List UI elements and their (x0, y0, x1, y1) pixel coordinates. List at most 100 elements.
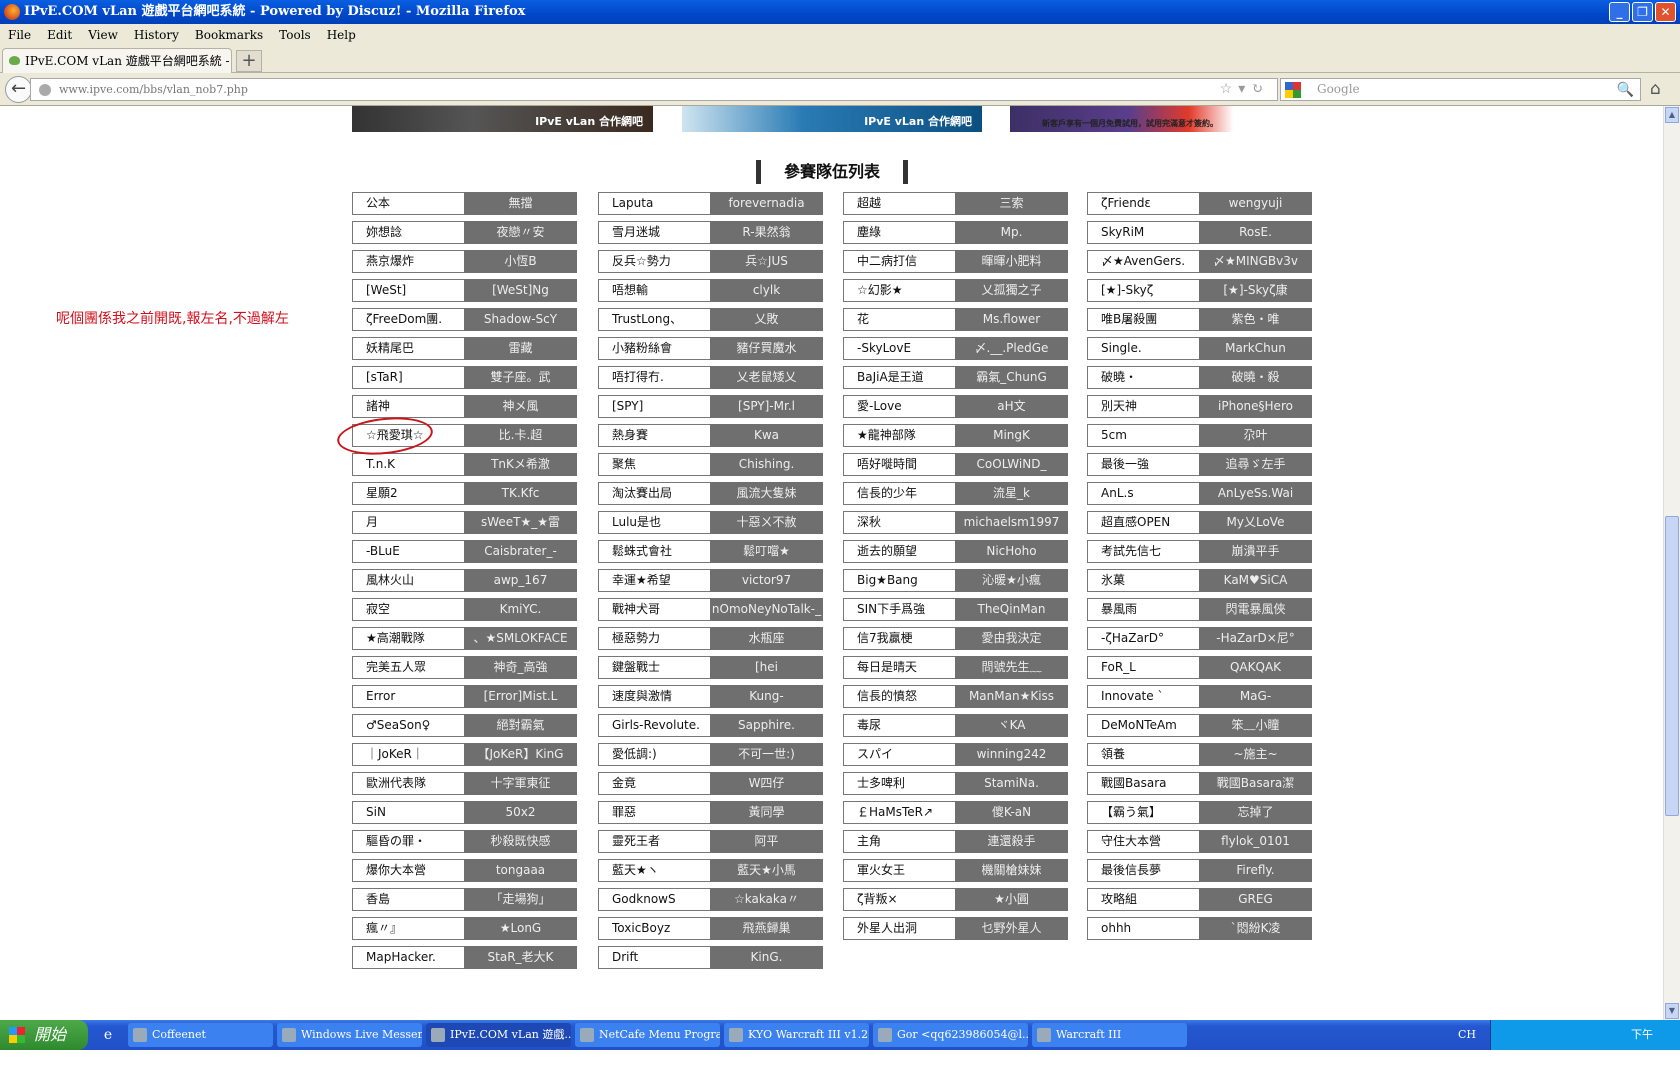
team-member: ★小圓 (955, 888, 1068, 911)
browser-tab[interactable]: IPvE.COM vLan 遊戲平台網吧系統 - Pow… (2, 48, 232, 74)
team-name: 淘汰賽出局 (598, 482, 710, 505)
menu-edit[interactable]: Edit (47, 24, 72, 46)
team-name: 逝去的願望 (843, 540, 955, 563)
scroll-down-icon[interactable]: ▼ (1665, 1003, 1679, 1019)
task-warcraft[interactable]: Warcraft III (1032, 1023, 1187, 1047)
task-firefox[interactable]: IPvE.COM vLan 遊戲... (426, 1023, 571, 1047)
team-name: ohhh (1087, 917, 1199, 940)
start-button[interactable]: 開始 (0, 1020, 88, 1050)
taskbar: 開始 e Coffeenet Windows Live Messen... IP… (0, 1020, 1680, 1071)
task-kyo-warcraft[interactable]: KYO Warcraft III v1.2... (724, 1023, 869, 1047)
team-name: SiN (352, 801, 464, 824)
team-name: 【霸う氣】 (1087, 801, 1199, 824)
team-row: DeMoNTeAm 笨﹏小瞳 (1087, 714, 1312, 737)
team-member: 無擋 (464, 192, 577, 215)
team-name: ζFreeDom團. (352, 308, 464, 331)
team-member: My乂LoVe (1199, 511, 1312, 534)
team-member: 雙子座。武 (464, 366, 577, 389)
language-indicator[interactable]: CH (1458, 1028, 1476, 1041)
team-row: ToxicBoyz 飛燕歸巢 (598, 917, 823, 940)
task-chat[interactable]: Gor <qq623986054@l... (873, 1023, 1028, 1047)
menu-help[interactable]: Help (327, 24, 356, 46)
team-member: StamiNa. (955, 772, 1068, 795)
team-row: 歐洲代表隊 十字軍東征 (352, 772, 577, 795)
team-name: 每日是晴天 (843, 656, 955, 679)
team-name: 信長的少年 (843, 482, 955, 505)
url-bar[interactable]: www.ipve.com/bbs/vlan_nob7.php ☆▾↻ (30, 78, 1278, 101)
ie-quicklaunch-icon[interactable]: e (88, 1027, 128, 1043)
team-name: Girls-Revolute. (598, 714, 710, 737)
new-tab-button[interactable]: + (236, 50, 262, 72)
team-member: Sapphire. (710, 714, 823, 737)
team-name: Single. (1087, 337, 1199, 360)
banner-text: IPvE vLan 合作網吧 (535, 115, 643, 128)
vertical-scrollbar[interactable]: ▲ ▼ (1663, 106, 1680, 1020)
team-member: Shadow-ScY (464, 308, 577, 331)
task-coffeenet[interactable]: Coffeenet (128, 1023, 273, 1047)
team-row: Lulu是也 十惡ㄨ不赦 (598, 511, 823, 534)
team-row: 每日是晴天 問號先生﹏ (843, 656, 1068, 679)
team-member: 秒殺既快感 (464, 830, 577, 853)
team-member: 乂老鼠矮乂 (710, 366, 823, 389)
bookmark-reload-icons[interactable]: ☆▾↻ (1220, 79, 1269, 100)
scroll-up-icon[interactable]: ▲ (1665, 107, 1679, 123)
menu-bookmarks[interactable]: Bookmarks (195, 24, 263, 46)
team-name: ★高潮戰隊 (352, 627, 464, 650)
home-icon[interactable]: ⌂ (1650, 79, 1661, 99)
menu-file[interactable]: File (8, 24, 31, 46)
team-row: 別天神 iPhone§Hero (1087, 395, 1312, 418)
team-name: 信長的憤怒 (843, 685, 955, 708)
menu-tools[interactable]: Tools (279, 24, 311, 46)
team-name: 暴風雨 (1087, 598, 1199, 621)
team-row: 領養 ~施主~ (1087, 743, 1312, 766)
banner-ad-2[interactable]: IPvE vLan 合作網吧 (682, 106, 982, 132)
search-icon[interactable]: 🔍 (1617, 80, 1634, 101)
menu-history[interactable]: History (134, 24, 179, 46)
scrollbar-thumb[interactable] (1665, 516, 1679, 816)
team-name: 領養 (1087, 743, 1199, 766)
team-row: 士多啤利 StamiNa. (843, 772, 1068, 795)
team-name: スパイ (843, 743, 955, 766)
team-name: 唔好嘥時間 (843, 453, 955, 476)
team-member: 追尋ゞ左手 (1199, 453, 1312, 476)
team-row: 完美五人眾 神奇_高強 (352, 656, 577, 679)
team-member: W四仔 (710, 772, 823, 795)
team-name: [★]-Skyζ (1087, 279, 1199, 302)
back-button[interactable]: ← (5, 76, 32, 103)
team-name: 幸運★希望 (598, 569, 710, 592)
team-name: 唔打得冇. (598, 366, 710, 389)
team-row: 破曉・ 破曉・殺 (1087, 366, 1312, 389)
team-member: QAKQAK (1199, 656, 1312, 679)
minimize-button[interactable]: _ (1609, 2, 1630, 22)
team-member: [WeSt]Ng (464, 279, 577, 302)
banner-ad-1[interactable]: IPvE vLan 合作網吧 (352, 106, 653, 132)
team-row: Girls-Revolute. Sapphire. (598, 714, 823, 737)
team-name: 雪月迷城 (598, 221, 710, 244)
banner-text: 新客戶享有一個月免費試用，試用完滿意才簽約。 (1042, 119, 1218, 128)
team-name: 超直感OPEN (1087, 511, 1199, 534)
team-row: 鍵盤戰士 [hei (598, 656, 823, 679)
team-row: 熱身賽 Kwa (598, 424, 823, 447)
close-button[interactable]: ✕ (1655, 2, 1676, 22)
team-name: ToxicBoyz (598, 917, 710, 940)
globe-icon (39, 84, 51, 96)
system-tray: 下午 06:12 (1490, 1020, 1680, 1071)
team-name: 別天神 (1087, 395, 1199, 418)
team-member: 藍天★小馬 (710, 859, 823, 882)
team-row: Laputa forevernadia (598, 192, 823, 215)
search-input[interactable]: Google 🔍 (1280, 78, 1641, 101)
team-row: 最後一強 追尋ゞ左手 (1087, 453, 1312, 476)
banner-ad-3[interactable]: 新客戶享有一個月免費試用，試用完滿意才簽約。 (1010, 106, 1308, 132)
menu-view[interactable]: View (88, 24, 118, 46)
team-row: 幸運★希望 victor97 (598, 569, 823, 592)
team-name: FoR_L (1087, 656, 1199, 679)
team-member: 神メ風 (464, 395, 577, 418)
team-member: 乂孤獨之子 (955, 279, 1068, 302)
team-row: 塵綠 Mp. (843, 221, 1068, 244)
restore-button[interactable]: ❐ (1632, 2, 1653, 22)
task-messenger[interactable]: Windows Live Messen... (277, 1023, 422, 1047)
team-row: [WeSt] [WeSt]Ng (352, 279, 577, 302)
team-member: 【JoKeR】KinG (464, 743, 577, 766)
team-row: -ζHaZarD° -HaZarD×尼° (1087, 627, 1312, 650)
task-netcafe[interactable]: NetCafe Menu Progra... (575, 1023, 720, 1047)
